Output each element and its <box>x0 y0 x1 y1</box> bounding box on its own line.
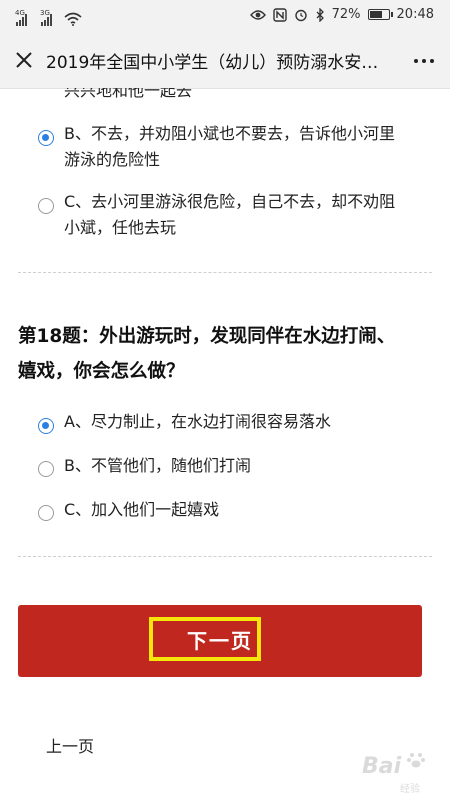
network-type-2: 3G <box>40 9 50 17</box>
title-bar: 2019年全国中小学生（幼儿）预防溺水安全教育 <box>0 32 450 89</box>
watermark-brand: Bai <box>362 754 402 779</box>
signal-icon: 3G <box>40 9 52 26</box>
prev-option-a-tail: 兴兴地和他一起去 <box>64 88 193 100</box>
quiz-content: 兴兴地和他一起去 B、不去，并劝阻小斌也不要去，告诉他小河里 游泳的危险性 C、… <box>0 88 450 800</box>
baidu-watermark: Bai 经验 <box>344 748 436 796</box>
bluetooth-icon <box>316 7 324 22</box>
battery-percent: 72% <box>331 7 361 22</box>
prev-page-link[interactable]: 上一页 <box>46 733 94 757</box>
radio-a[interactable] <box>38 418 54 434</box>
status-left: 4G 3G <box>15 6 82 26</box>
nfc-icon <box>272 7 287 22</box>
radio-b[interactable] <box>38 461 54 477</box>
divider <box>18 272 432 273</box>
question-title: 嬉戏，你会怎么做？ <box>18 361 185 382</box>
network-type-1: 4G <box>15 9 25 17</box>
next-page-button[interactable]: 下一页 <box>18 605 422 677</box>
option-text: B、不去，并劝阻小斌也不要去，告诉他小河里 <box>64 124 395 143</box>
option-text: A、尽力制止，在水边打闹很容易落水 <box>64 412 331 431</box>
more-button[interactable] <box>408 44 440 76</box>
status-bar: 4G 3G 72% 20:48 <box>0 0 450 32</box>
next-page-label: 下一页 <box>187 629 253 653</box>
clock: 20:48 <box>396 7 434 22</box>
divider <box>18 556 432 557</box>
signal-icon: 4G <box>15 9 27 26</box>
radio-prev-b[interactable] <box>38 130 54 146</box>
status-right: 72% 20:48 <box>249 7 434 22</box>
close-button[interactable] <box>8 44 40 76</box>
close-icon <box>16 52 32 68</box>
wifi-icon <box>64 12 82 26</box>
more-icon <box>414 59 418 63</box>
paw-icon <box>407 753 425 768</box>
eye-icon <box>249 9 266 20</box>
battery-fill <box>369 11 382 18</box>
question-title: 第18题：外出游玩时，发现同伴在水边打闹、 <box>18 326 396 347</box>
option-text: C、去小河里游泳很危险，自己不去，却不劝阻 <box>64 192 396 211</box>
battery-icon <box>367 9 393 20</box>
option-text: B、不管他们，随他们打闹 <box>64 456 251 475</box>
alarm-icon <box>294 9 307 21</box>
page-title: 2019年全国中小学生（幼儿）预防溺水安全教育 <box>46 53 386 73</box>
option-text: C、加入他们一起嬉戏 <box>64 500 220 519</box>
watermark-sub: 经验 <box>400 784 420 795</box>
option-text: 游泳的危险性 <box>64 150 161 169</box>
radio-prev-c[interactable] <box>38 198 54 214</box>
option-text: 小斌，任他去玩 <box>64 218 177 237</box>
radio-c[interactable] <box>38 505 54 521</box>
